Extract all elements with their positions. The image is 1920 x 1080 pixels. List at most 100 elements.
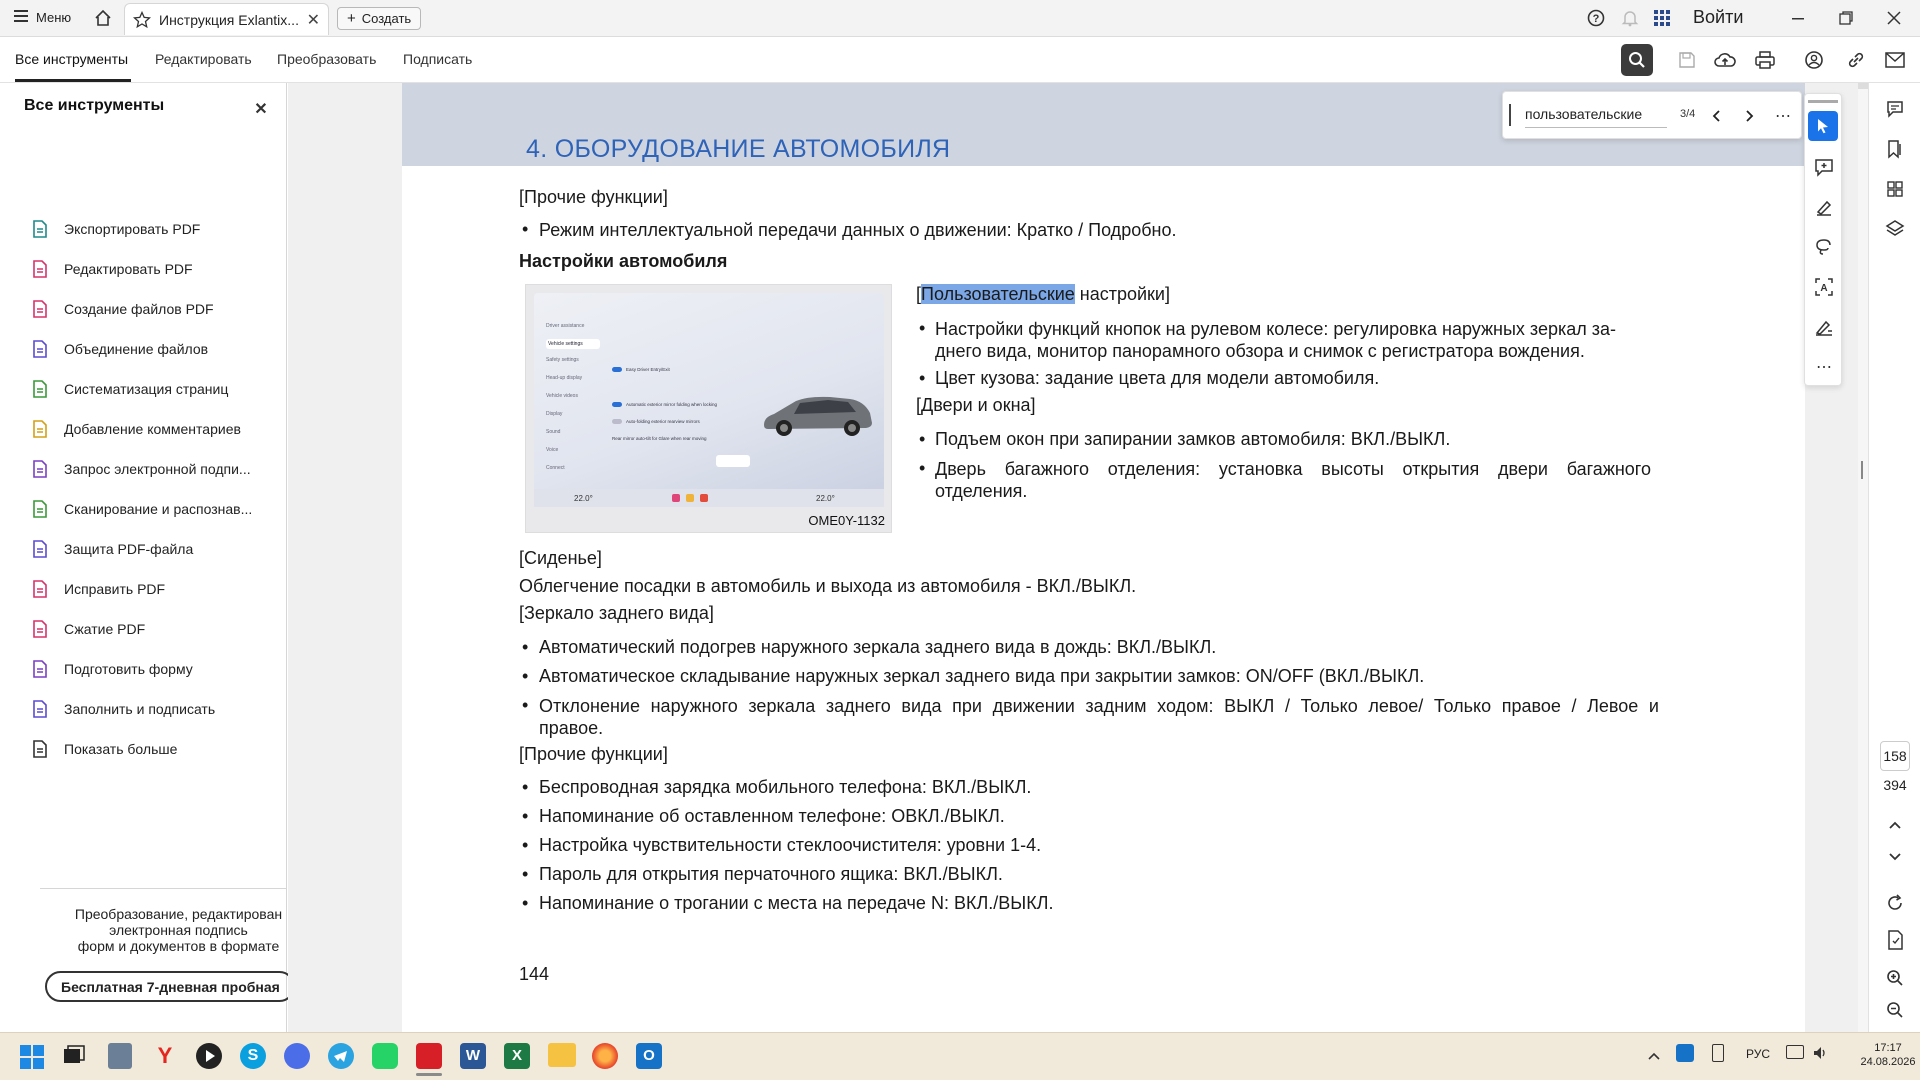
messenger-icon[interactable]: [284, 1043, 310, 1069]
find-input[interactable]: [1525, 100, 1667, 128]
promo-line-1: Преобразование, редактирован: [74, 906, 283, 922]
sidebar-item-compress-pdf[interactable]: Сжатие PDF: [30, 617, 145, 641]
task-view-icon[interactable]: [62, 1043, 86, 1067]
calculator-icon[interactable]: [108, 1043, 132, 1069]
firefox-icon[interactable]: [592, 1043, 618, 1069]
organize-pages-icon: [30, 379, 50, 399]
create-button[interactable]: + Создать: [337, 7, 422, 30]
sidebar-item-edit-pdf[interactable]: Редактировать PDF: [30, 257, 193, 281]
signin-button[interactable]: Войти: [1693, 7, 1743, 28]
menu-button[interactable]: Меню: [14, 10, 71, 25]
close-sidebar-icon[interactable]: ✕: [247, 95, 275, 123]
layers-icon[interactable]: [1881, 215, 1909, 243]
upload-cloud-icon[interactable]: [1711, 46, 1739, 74]
menu-sign[interactable]: Подписать: [403, 51, 472, 67]
page-fit-icon[interactable]: [1881, 926, 1909, 954]
telegram-icon[interactable]: [328, 1043, 354, 1069]
rotate-icon[interactable]: [1881, 889, 1909, 917]
tray-chevron-icon[interactable]: [1648, 1047, 1660, 1065]
document-tab[interactable]: Инструкция Exlantix... ✕: [124, 3, 329, 35]
add-comment-icon[interactable]: [1810, 153, 1838, 181]
sidebar-item-protect-pdf[interactable]: Защита PDF-файла: [30, 537, 193, 561]
find-next-icon[interactable]: [1735, 102, 1763, 130]
menu-edit[interactable]: Редактировать: [155, 51, 252, 67]
yandex-browser-icon[interactable]: Y: [152, 1043, 178, 1069]
next-page-icon[interactable]: [1881, 843, 1909, 871]
close-window-icon[interactable]: [1880, 4, 1908, 32]
more-tools-icon[interactable]: ⋯: [1810, 353, 1838, 381]
find-more-icon[interactable]: ⋯: [1769, 102, 1797, 130]
image-caption: OME0Y-1132: [808, 513, 885, 528]
sidebar-item-request-signature[interactable]: Запрос электронной подпи...: [30, 457, 251, 481]
find-prev-icon[interactable]: [1703, 102, 1731, 130]
highlight-pen-icon[interactable]: [1810, 193, 1838, 221]
email-icon[interactable]: [1881, 46, 1909, 74]
pdf-page: 4. ОБОРУДОВАНИЕ АВТОМОБИЛЯ [Прочие функц…: [402, 83, 1805, 1032]
help-icon[interactable]: ?: [1582, 4, 1610, 32]
bookmarks-icon[interactable]: [1881, 135, 1909, 163]
whatsapp-icon[interactable]: [372, 1043, 398, 1069]
share-user-icon[interactable]: [1800, 46, 1828, 74]
comments-icon[interactable]: [1881, 95, 1909, 123]
text-recognition-icon[interactable]: A: [1810, 273, 1838, 301]
notifications-icon[interactable]: [1616, 4, 1644, 32]
sidebar-item-create-pdf[interactable]: Создание файлов PDF: [30, 297, 214, 321]
stamp-sign-icon[interactable]: [1810, 313, 1838, 341]
thumbnails-icon[interactable]: [1881, 175, 1909, 203]
zoom-out-icon[interactable]: [1881, 996, 1909, 1024]
page-number-input[interactable]: 158: [1880, 741, 1910, 771]
star-icon[interactable]: [133, 10, 151, 29]
draw-lasso-icon[interactable]: [1810, 233, 1838, 261]
bullet-other-function: Напоминание об оставленном телефоне: ОВК…: [539, 806, 1005, 826]
media-player-icon[interactable]: [196, 1043, 222, 1069]
acrobat-icon[interactable]: [416, 1043, 442, 1069]
print-icon[interactable]: [1751, 46, 1779, 74]
tray-date: 24.08.2026: [1860, 1056, 1916, 1068]
tray-volume-icon[interactable]: [1812, 1045, 1828, 1066]
sidebar-item-more-tools[interactable]: Показать больше: [30, 737, 177, 761]
tray-network-icon[interactable]: [1786, 1045, 1804, 1059]
quick-tools-panel: A ⋯: [1804, 93, 1842, 386]
close-tab-icon[interactable]: ✕: [307, 10, 320, 30]
plus-icon: +: [347, 10, 356, 27]
sidebar-item-combine-files[interactable]: Объединение файлов: [30, 337, 208, 361]
sidebar-item-comment[interactable]: Добавление комментариев: [30, 417, 241, 441]
sidebar-item-organize-pages[interactable]: Систематизация страниц: [30, 377, 228, 401]
more-tools-icon: [30, 739, 50, 759]
apps-grid-icon[interactable]: [1648, 4, 1676, 32]
sidebar-item-export-pdf[interactable]: Экспортировать PDF: [30, 217, 200, 241]
sidebar-item-prepare-form[interactable]: Подготовить форму: [30, 657, 193, 681]
page-scrollbar[interactable]: [1858, 83, 1868, 1032]
word-icon[interactable]: W: [460, 1043, 486, 1069]
minimize-icon[interactable]: [1784, 4, 1812, 32]
windows-start-icon[interactable]: [20, 1045, 44, 1074]
tray-language[interactable]: РУС: [1746, 1047, 1770, 1061]
active-menu-underline: [15, 79, 131, 82]
sidebar-item-redact-pdf[interactable]: Исправить PDF: [30, 577, 165, 601]
file-explorer-icon[interactable]: [548, 1043, 576, 1067]
tray-usb-icon[interactable]: [1712, 1044, 1724, 1062]
select-cursor-icon[interactable]: [1808, 111, 1838, 141]
sidebar-item-fill-sign[interactable]: Заполнить и подписать: [30, 697, 215, 721]
prev-page-icon[interactable]: [1881, 811, 1909, 839]
screen-menu-item: Safety settings: [546, 357, 579, 363]
save-icon[interactable]: [1673, 46, 1701, 74]
link-icon[interactable]: [1842, 46, 1870, 74]
search-button[interactable]: [1621, 44, 1653, 76]
free-trial-button[interactable]: Бесплатная 7-дневная пробная: [45, 971, 295, 1002]
sidebar-item-scan-ocr[interactable]: Сканирование и распознав...: [30, 497, 252, 521]
tools-sidebar: Все инструменты ✕ Экспортировать PDF Реда…: [0, 83, 295, 1032]
home-icon[interactable]: [89, 4, 117, 32]
zoom-in-icon[interactable]: [1881, 964, 1909, 992]
scrollbar-thumb[interactable]: [1861, 461, 1863, 479]
excel-icon[interactable]: X: [504, 1043, 530, 1069]
skype-icon[interactable]: S: [240, 1043, 266, 1069]
screen-options: Easy Driver Entry/Exit Automatic exterio…: [612, 367, 742, 441]
menu-convert[interactable]: Преобразовать: [277, 51, 376, 67]
bullet-window-lift: Подъем окон при запирании замков автомоб…: [935, 429, 1451, 449]
restore-icon[interactable]: [1832, 4, 1860, 32]
tray-outlook-icon[interactable]: [1676, 1044, 1694, 1062]
tray-clock[interactable]: 17:17 24.08.2026: [1860, 1041, 1916, 1069]
menu-all-tools[interactable]: Все инструменты: [15, 51, 128, 67]
outlook-icon[interactable]: O: [636, 1043, 662, 1069]
